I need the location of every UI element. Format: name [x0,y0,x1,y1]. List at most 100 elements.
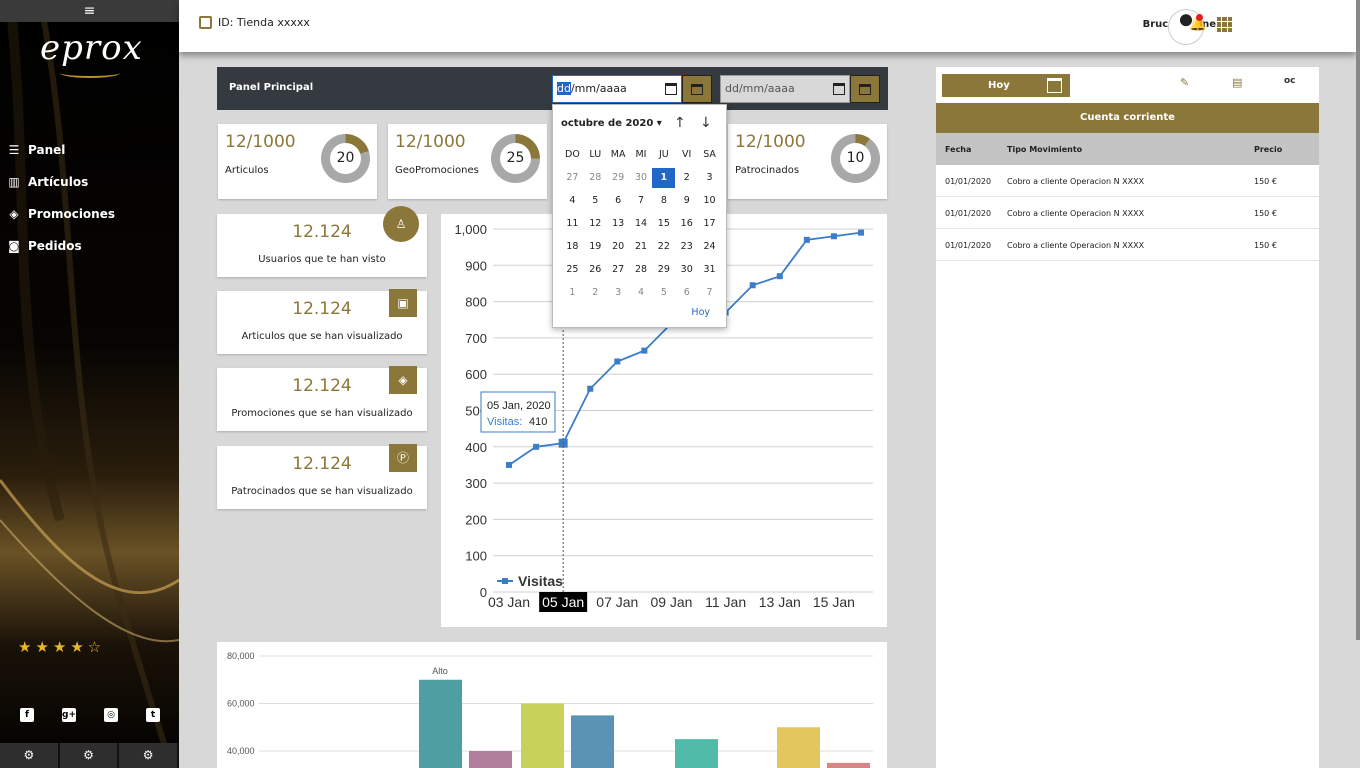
today-button[interactable]: Hoy [691,307,710,318]
facebook-icon[interactable]: f [20,708,34,722]
calendar-day[interactable]: 5 [652,283,675,303]
calendar-day[interactable]: 15 [652,214,675,234]
date-from-input[interactable]: dd/mm/aaaa [552,75,682,103]
calendar-day[interactable]: 2 [584,283,607,303]
document-icon[interactable]: ▤ [1232,76,1242,89]
sidebar-bottom-bar: ⚙ ⚙ ⚙ [0,743,179,768]
calendar-day[interactable]: 21 [630,237,653,257]
calendar-grid: DO LU MA MI JU VI SA 27 28 29 30 1 2 3 4 5 6 7 8 9 10 11 12 13 1… [561,145,721,303]
account-panel: Hoy ✎ ▤ oc Cuenta corriente Fecha Tipo M… [936,67,1319,768]
calendar-day[interactable]: 31 [698,260,721,280]
calendar-day[interactable]: 18 [561,237,584,257]
calendar-day[interactable]: 9 [675,191,698,211]
y-tick-label: 1,000 [454,222,487,237]
calendar-day[interactable]: 28 [584,168,607,188]
table-row[interactable]: 01/01/2020 Cobro a cliente Operacion N X… [936,197,1319,229]
calendar-day[interactable]: 19 [584,237,607,257]
table-row[interactable]: 01/01/2020 Cobro a cliente Operacion N X… [936,229,1319,261]
y-tick-label: 800 [465,295,487,310]
calendar-day[interactable]: 14 [630,214,653,234]
calendar-icon[interactable] [833,83,845,95]
instagram-icon[interactable]: ◎ [104,708,118,722]
bell-icon[interactable]: 🔔 [1189,14,1206,32]
calendar-day[interactable]: 30 [630,168,653,188]
calendar-day[interactable]: 12 [584,214,607,234]
arrow-down-icon[interactable]: ↓ [700,115,712,131]
social-links: f g+ ◎ t [20,708,160,722]
apps-grid-icon[interactable] [1217,17,1232,32]
calendar-day[interactable]: 27 [607,260,630,280]
calendar-day[interactable]: 5 [584,191,607,211]
data-point [587,385,594,392]
google-plus-icon[interactable]: g+ [62,708,76,722]
date-from-button[interactable] [682,75,712,103]
calendar-day[interactable]: 27 [561,168,584,188]
calendar-day[interactable]: 3 [607,283,630,303]
gears-icon[interactable]: ⚙ [60,743,120,768]
calendar-day[interactable]: 4 [561,191,584,211]
calendar-icon[interactable] [665,83,677,95]
calendar-day[interactable]: 8 [652,191,675,211]
rating-stars: ★★★★☆ [18,638,106,656]
tab-hoy[interactable]: Hoy [942,74,1070,97]
y-tick-label: 200 [465,512,487,527]
month-selector[interactable]: octubre de 2020 ▾ [561,118,662,129]
calendar-day[interactable]: 29 [652,260,675,280]
cell-tipo: Cobro a cliente Operacion N XXXX [1007,241,1145,250]
calendar-day[interactable]: 6 [675,283,698,303]
calendar-day[interactable]: 24 [698,237,721,257]
y-tick-label: 600 [465,367,487,382]
calendar-day[interactable]: 11 [561,214,584,234]
calendar-day[interactable]: 20 [607,237,630,257]
kpi-donut: 25 [491,134,540,183]
date-from-day-segment[interactable]: dd [557,82,571,95]
x-tick-label: 11 Jan [705,594,746,610]
calendar-day[interactable]: 13 [607,214,630,234]
settings-icon[interactable]: ⚙ [0,743,60,768]
calendar-day[interactable]: 3 [698,168,721,188]
cell-precio: 150 € [1254,177,1277,186]
stat-label: Promociones que se han visualizado [231,408,413,419]
kpi-card-geopromociones: 12/1000 GeoPromociones 25 [388,124,547,199]
scrollbar[interactable] [1356,0,1360,640]
date-to-input[interactable]: dd/mm/aaaa [720,75,850,103]
date-to-button[interactable] [850,75,880,103]
calendar-day[interactable]: 23 [675,237,698,257]
twitter-icon[interactable]: t [146,708,160,722]
calendar-day[interactable]: 29 [607,168,630,188]
menu-toggle-button[interactable]: ≡ [0,0,179,22]
oc-tab[interactable]: oc [1284,76,1296,86]
calendar-day[interactable]: 30 [675,260,698,280]
sidebar-item-articulos[interactable]: ▥ Artículos [6,166,176,198]
calendar-day[interactable]: 26 [584,260,607,280]
table-header: Fecha Tipo Movimiento Precio [936,133,1319,165]
sidebar-item-promociones[interactable]: ◈ Promociones [6,198,176,230]
sidebar-item-label: Panel [28,143,66,157]
calendar-day-selected[interactable]: 1 [652,168,676,188]
y-tick-label: 80,000 [227,651,255,661]
calendar-day[interactable]: 17 [698,214,721,234]
stat-label: Articulos que se han visualizado [241,331,403,342]
calendar-day[interactable]: 10 [698,191,721,211]
calendar-day[interactable]: 25 [561,260,584,280]
x-tick-label: 15 Jan [813,594,855,610]
calendar-day[interactable]: 7 [630,191,653,211]
weekday-header: DO [565,149,580,160]
sidebar-item-panel[interactable]: ☰ Panel [6,134,176,166]
calendar-day[interactable]: 16 [675,214,698,234]
calendar-day[interactable]: 28 [630,260,653,280]
users-icon[interactable]: ⚙ [119,743,179,768]
legend-label: Visitas [518,573,563,589]
calendar-day[interactable]: 6 [607,191,630,211]
calendar-day[interactable]: 1 [561,283,584,303]
notepad-icon[interactable]: ✎ [1180,76,1189,89]
sidebar-item-pedidos[interactable]: ◙ Pedidos [6,230,176,262]
calendar-day[interactable]: 7 [698,283,721,303]
tag-icon: ◈ [389,366,417,394]
calendar-day[interactable]: 4 [630,283,653,303]
calendar-day[interactable]: 22 [652,237,675,257]
table-row[interactable]: 01/01/2020 Cobro a cliente Operacion N X… [936,165,1319,197]
y-tick-label: 100 [465,549,487,564]
calendar-day[interactable]: 2 [675,168,698,188]
arrow-up-icon[interactable]: ↑ [674,115,686,131]
